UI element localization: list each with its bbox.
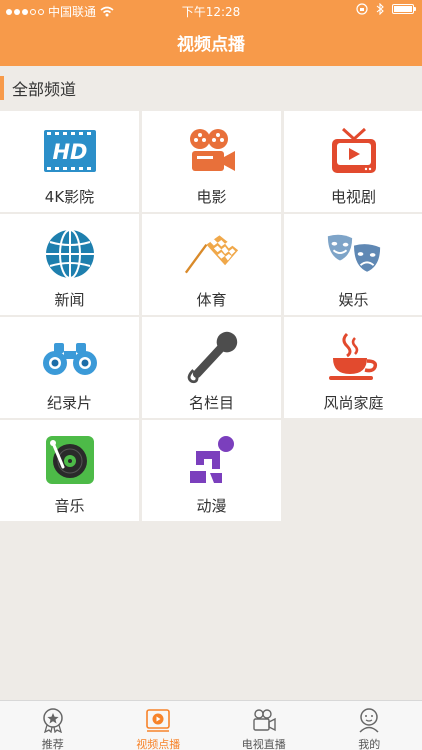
user-icon [359,708,379,733]
channel-label: 名栏目 [188,394,234,412]
channel-sports[interactable]: 体育 [142,214,281,315]
tab-recommend[interactable]: 推荐 [0,701,106,750]
channel-label: 体育 [196,291,227,309]
channel-label: 电视剧 [330,188,376,206]
channel-label: 动漫 [196,497,227,515]
battery-icon [392,4,416,14]
channel-anime[interactable]: 动漫 [142,420,281,521]
tab-label: 我的 [358,738,381,750]
channel-famous-shows[interactable]: 名栏目 [142,317,281,418]
channel-label: 娱乐 [338,291,369,309]
channel-entertainment[interactable]: 娱乐 [284,214,422,315]
channel-label: 新闻 [54,291,85,309]
channel-label: 纪录片 [46,394,92,412]
channel-label: 电影 [196,188,227,206]
orientation-lock-icon [356,3,368,15]
section-accent-bar [0,76,4,100]
tab-label: 电视直播 [241,738,286,750]
tab-video-on-demand[interactable]: 视频点播 [106,701,212,750]
video-play-icon [146,709,171,732]
badge-icon [43,708,63,733]
video-camera-icon [253,709,276,732]
tab-label: 推荐 [41,738,64,750]
theater-masks-icon [326,226,382,282]
channel-news[interactable]: 新闻 [0,214,139,315]
channel-label: 音乐 [54,497,85,515]
bluetooth-icon [376,3,384,15]
status-bar: 中国联通 下午12:28 [0,0,422,22]
channel-label: 风尚家庭 [323,394,384,412]
hd-icon: HD [42,123,98,179]
checkered-flag-icon [184,226,240,282]
tab-bar: 推荐 视频点播 电视直播 我的 [0,700,422,750]
tab-mine[interactable]: 我的 [317,701,422,750]
tab-label: 视频点播 [136,738,181,750]
binoculars-icon [42,329,98,385]
channel-music[interactable]: 音乐 [0,420,139,521]
record-player-icon [42,432,98,488]
coffee-cup-icon [326,329,382,385]
tab-live-tv[interactable]: 电视直播 [211,701,317,750]
channel-documentary[interactable]: 纪录片 [0,317,139,418]
microphone-icon [184,329,240,385]
page-title: 视频点播 [177,35,245,55]
channel-label: 4K影院 [44,188,95,206]
anime-figure-icon [184,432,240,488]
channel-4k-cinema[interactable]: HD 4K影院 [0,111,139,212]
globe-icon [42,226,98,282]
header: 中国联通 下午12:28 视频点播 [0,0,422,66]
tv-icon [326,123,382,179]
svg-text:HD: HD [52,140,87,164]
section-header: 全部频道 [0,76,422,100]
film-projector-icon [184,123,240,179]
channel-lifestyle-home[interactable]: 风尚家庭 [284,317,422,418]
channel-movies[interactable]: 电影 [142,111,281,212]
channel-tv-series[interactable]: 电视剧 [284,111,422,212]
section-title: 全部频道 [12,80,77,99]
